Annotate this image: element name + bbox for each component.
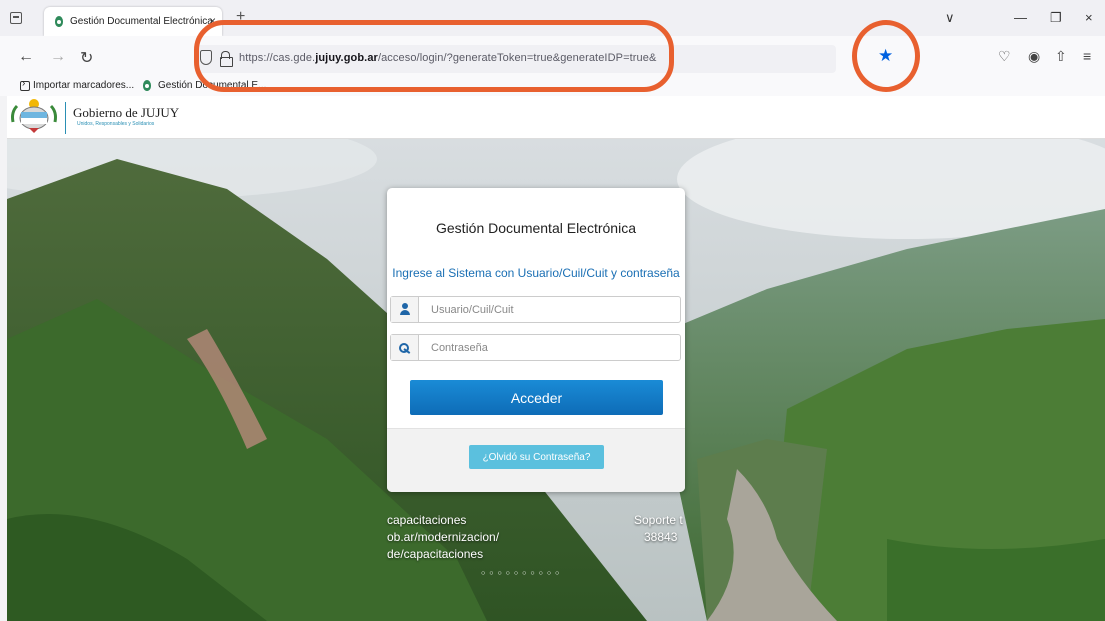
user-icon xyxy=(400,303,410,315)
forgot-password-button[interactable]: ¿Olvidó su Contraseña? xyxy=(469,445,604,469)
jujuy-seal-icon xyxy=(11,99,57,133)
annotation-circle-url xyxy=(194,20,674,92)
bookmark-import[interactable]: Importar marcadores... xyxy=(20,78,135,91)
logo-separator xyxy=(65,102,66,134)
tab-overflow-icon[interactable]: ∨ xyxy=(945,10,955,26)
import-icon xyxy=(20,78,30,91)
carousel-text-left: capacitaciones ob.ar/modernizacion/ de/c… xyxy=(387,513,500,561)
favicon-icon xyxy=(54,16,64,27)
login-subtitle: Ingrese al Sistema con Usuario/Cuil/Cuit… xyxy=(392,266,680,280)
page-viewport: Gobierno de JUJUY Unidos, Responsables y… xyxy=(7,96,1105,621)
password-addon xyxy=(391,335,419,360)
username-field xyxy=(390,296,681,323)
carousel-text-right: Soporte t 38843 xyxy=(634,513,683,544)
minimize-icon[interactable]: — xyxy=(1014,10,1027,25)
logo-title: Gobierno de JUJUY xyxy=(73,105,180,120)
login-card-footer: ¿Olvidó su Contraseña? xyxy=(387,428,685,492)
tab-active[interactable]: Gestión Documental Electrónica × xyxy=(44,7,222,36)
menu-icon[interactable]: ≡ xyxy=(1083,48,1091,64)
annotation-circle-star xyxy=(852,20,920,92)
window-close-icon[interactable]: × xyxy=(1085,10,1093,25)
username-addon xyxy=(391,297,419,322)
login-title: Gestión Documental Electrónica xyxy=(436,220,636,236)
tab-list-icon[interactable] xyxy=(10,12,22,24)
pocket-icon[interactable]: ♡ xyxy=(998,48,1011,65)
logo-subtitle: Unidos, Responsables y Solidarios xyxy=(77,121,155,127)
login-button[interactable]: Acceder xyxy=(410,380,663,415)
bookmark-label: Importar marcadores... xyxy=(33,80,135,91)
extensions-icon[interactable]: ⇧ xyxy=(1055,48,1067,65)
back-icon[interactable]: ← xyxy=(18,48,34,66)
restore-icon[interactable]: ❐ xyxy=(1050,10,1062,26)
tab-title: Gestión Documental Electrónica xyxy=(70,16,213,27)
account-icon[interactable]: ◉ xyxy=(1028,48,1040,65)
password-input[interactable] xyxy=(421,335,676,360)
forward-icon[interactable]: → xyxy=(50,48,66,66)
site-header: Gobierno de JUJUY Unidos, Responsables y… xyxy=(7,96,1105,139)
username-input[interactable] xyxy=(421,297,676,322)
favicon-icon xyxy=(142,80,152,91)
carousel-dots[interactable]: ○○○○○○○○○○ xyxy=(481,570,563,577)
reload-icon[interactable]: ↻ xyxy=(80,48,93,68)
login-card: Gestión Documental Electrónica Ingrese a… xyxy=(387,188,685,492)
password-field xyxy=(390,334,681,361)
key-icon xyxy=(399,343,411,353)
